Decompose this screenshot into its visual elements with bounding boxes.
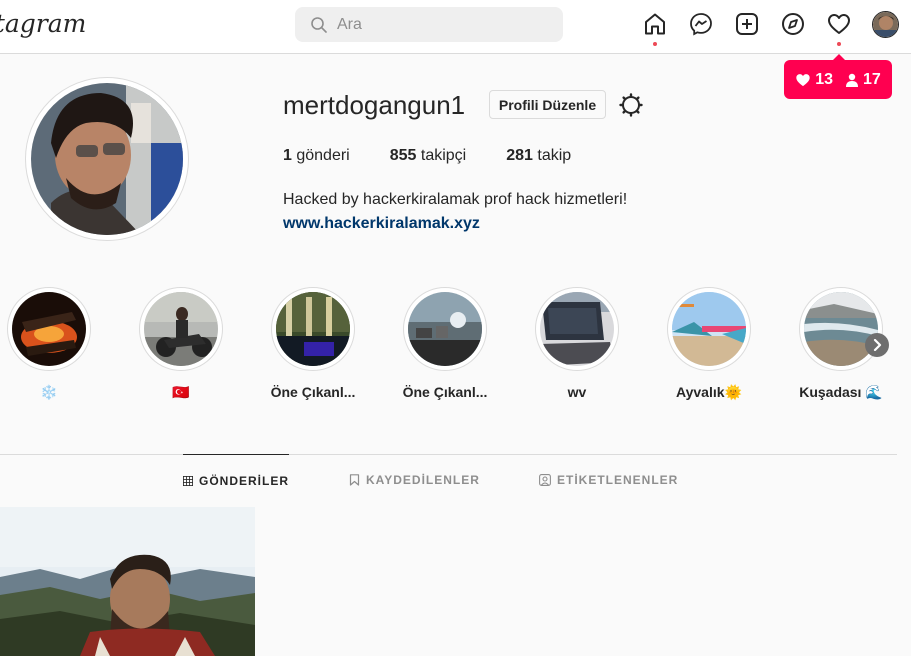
highlight-ring	[403, 287, 487, 371]
profile-stats: 1 gönderi 855 takipçi 281 takip	[283, 147, 611, 165]
tab-saved[interactable]: KAYDEDİLENLER	[349, 454, 480, 506]
highlight-ring	[667, 287, 751, 371]
profile-bio: Hacked by hackerkiralamak prof hack hizm…	[283, 191, 628, 208]
profile-avatar[interactable]	[872, 11, 899, 38]
followers-stat[interactable]: 855 takipçi	[390, 147, 467, 165]
highlight-cover	[276, 292, 350, 366]
highlight-label: wv	[567, 384, 587, 400]
highlight-label: Öne Çıkanl...	[270, 384, 356, 400]
follows-count-item: 17	[845, 71, 881, 89]
tab-posts-label: GÖNDERİLER	[198, 473, 289, 488]
highlight-label: 🇹🇷	[172, 384, 190, 400]
explore-icon[interactable]	[781, 12, 805, 36]
person-icon	[846, 73, 858, 87]
highlight-item[interactable]: Öne Çıkanl...	[400, 287, 490, 400]
following-label: takip	[532, 147, 572, 164]
tab-tagged[interactable]: ETİKETLENENLER	[539, 454, 678, 506]
highlight-label: Ayvalık🌞	[676, 384, 742, 400]
settings-gear-icon[interactable]	[618, 92, 644, 118]
likes-count: 13	[815, 70, 833, 88]
search-input[interactable]	[337, 15, 537, 34]
highlight-ring	[535, 287, 619, 371]
profile-tabs: GÖNDERİLER KAYDEDİLENLER ETİKETLENENLER	[0, 454, 911, 506]
highlight-ring	[799, 287, 883, 371]
highlight-cover	[12, 292, 86, 366]
posts-count: 1	[283, 147, 292, 164]
heart-filled-icon	[796, 74, 810, 87]
messenger-icon[interactable]	[689, 12, 713, 36]
following-stat[interactable]: 281 takip	[506, 147, 571, 165]
grid-icon	[183, 475, 193, 486]
highlight-ring	[139, 287, 223, 371]
follows-count: 17	[863, 70, 881, 88]
search-icon	[311, 16, 327, 33]
bookmark-icon	[349, 474, 360, 486]
story-highlights: ❄️ 🇹🇷 Öne Çıkanl... Öne Çıkanl... wv Ayv…	[0, 287, 911, 407]
post-thumbnail[interactable]	[0, 507, 255, 656]
highlight-label: Öne Çıkanl...	[402, 384, 488, 400]
highlight-cover	[804, 292, 878, 366]
home-active-dot	[653, 42, 657, 46]
chevron-right-icon	[873, 339, 882, 351]
highlight-item[interactable]: Ayvalık🌞	[664, 287, 754, 401]
activity-notification-popup[interactable]: 13 17	[784, 54, 892, 99]
highlight-label: Kuşadası 🌊	[799, 384, 883, 400]
tab-tagged-label: ETİKETLENENLER	[557, 473, 679, 487]
posts-stat: 1 gönderi	[283, 147, 350, 165]
profile-website-link[interactable]: www.hackerkiralamak.xyz	[283, 215, 480, 233]
highlight-cover	[408, 292, 482, 366]
highlight-item[interactable]: 🇹🇷	[136, 287, 226, 401]
highlight-item[interactable]: ❄️	[4, 287, 94, 401]
top-navigation-bar: Instagram	[0, 0, 911, 54]
highlight-ring	[7, 287, 91, 371]
tagged-person-icon	[539, 474, 551, 486]
highlights-next-button[interactable]	[865, 333, 889, 357]
highlight-item[interactable]: Öne Çıkanl...	[268, 287, 358, 400]
highlight-label: ❄️	[40, 384, 58, 400]
highlight-ring	[271, 287, 355, 371]
search-box[interactable]	[295, 7, 563, 42]
heart-icon[interactable]	[827, 12, 851, 36]
highlight-item[interactable]: wv	[532, 287, 622, 400]
tab-saved-label: KAYDEDİLENLER	[366, 473, 480, 487]
edit-profile-button[interactable]: Profili Düzenle	[489, 90, 606, 119]
notification-dot	[837, 42, 841, 46]
new-post-icon[interactable]	[735, 12, 759, 36]
highlight-cover	[540, 292, 614, 366]
instagram-logo[interactable]: Instagram	[0, 9, 86, 38]
likes-count-item: 13	[795, 71, 833, 89]
tab-posts[interactable]: GÖNDERİLER	[183, 454, 289, 506]
home-icon[interactable]	[643, 12, 667, 36]
followers-label: takipçi	[416, 147, 467, 164]
posts-label: gönderi	[291, 147, 350, 164]
profile-picture[interactable]	[31, 83, 183, 235]
profile-username: mertdogangun1	[283, 90, 466, 120]
followers-count: 855	[389, 147, 417, 164]
following-count: 281	[506, 147, 533, 164]
highlight-cover	[672, 292, 746, 366]
highlight-cover	[144, 292, 218, 366]
